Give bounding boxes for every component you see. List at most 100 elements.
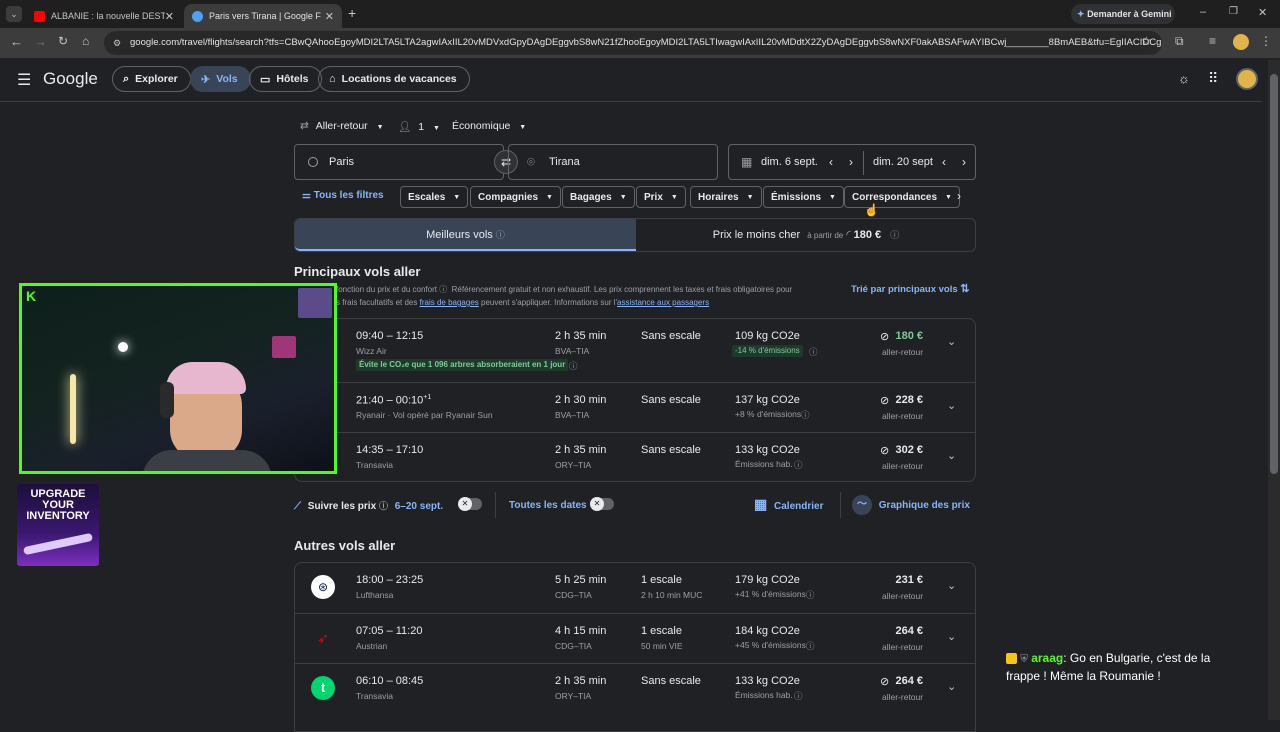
kick-logo: K	[26, 288, 37, 304]
location-pin-icon: ⌾	[527, 154, 535, 169]
back-icon[interactable]: ←	[10, 34, 23, 49]
expand-chevron-icon[interactable]: ⌄	[947, 399, 956, 412]
track-toggle[interactable]: ✕	[458, 497, 482, 511]
info-icon[interactable]: ⓘ	[806, 640, 815, 652]
filter-prix[interactable]: Prix ▼	[636, 186, 686, 208]
info-icon[interactable]: ⓘ	[379, 501, 388, 511]
all-filters-button[interactable]: ⚌ Tous les filtres	[302, 190, 384, 201]
address-bar-row: ← → ↻ ⌂ ⚙ google.com/travel/flights/sear…	[0, 28, 1280, 58]
tab-cheapest[interactable]: Prix le moins cher à partir de ◜ 180 € ⓘ	[636, 219, 976, 251]
browser-tab-bar: ⌄ ALBANIE : la nouvelle DESTINAT ✕ Paris…	[0, 0, 1280, 28]
menu-lines-icon[interactable]: ≡	[1209, 34, 1216, 48]
filter-bagages[interactable]: Bagages ▼	[562, 186, 635, 208]
webcam-overlay: K	[19, 283, 337, 474]
profile-avatar[interactable]	[1233, 34, 1249, 50]
upgrade-banner: UPGRADE YOUR INVENTORY	[17, 484, 99, 566]
account-avatar[interactable]	[1236, 68, 1258, 90]
new-tab-button[interactable]: +	[348, 5, 356, 21]
maximize-icon[interactable]: ❐	[1229, 6, 1238, 17]
nav-vols[interactable]: ✈ Vols	[190, 66, 251, 92]
dropdown-arrow-icon: ▼	[519, 124, 527, 131]
depart-date[interactable]: dim. 6 sept.	[761, 156, 818, 168]
prev-depart-icon[interactable]: ‹	[829, 155, 833, 169]
info-icon[interactable]: ⓘ	[806, 589, 815, 601]
close-tab-icon[interactable]: ✕	[325, 10, 334, 23]
theme-icon[interactable]: ☼	[1178, 71, 1190, 86]
price-graph-button[interactable]: 〜 Graphique des prix	[852, 495, 970, 515]
expand-chevron-icon[interactable]: ⌄	[947, 579, 956, 592]
tab-best-flights[interactable]: Meilleurs vols ⓘ	[295, 219, 636, 251]
info-icon[interactable]: ⓘ	[809, 346, 818, 358]
passengers-select[interactable]: 👤︎ 1 ▼	[398, 120, 440, 133]
divider	[863, 151, 864, 175]
cabin-select[interactable]: Économique ▼	[452, 120, 526, 132]
info-icon[interactable]: ⓘ	[496, 230, 505, 240]
trip-type-select[interactable]: ⇄ Aller-retour ▼	[300, 120, 384, 132]
dates-field[interactable]: ▦ dim. 6 sept. ‹ › dim. 20 sept ‹ ›	[728, 144, 976, 180]
next-depart-icon[interactable]: ›	[849, 155, 853, 169]
sort-button[interactable]: Trié par principaux vols ⇅	[851, 282, 970, 295]
expand-chevron-icon[interactable]: ⌄	[947, 449, 956, 462]
close-window-icon[interactable]: ✕	[1258, 6, 1267, 19]
flight-row[interactable]: t 06:10 – 08:45 Transavia 2 h 35 min ORY…	[295, 663, 975, 731]
origin-field[interactable]: Paris	[294, 144, 504, 180]
gemini-button[interactable]: ✦ Demander à Gemini	[1071, 4, 1175, 24]
return-date[interactable]: dim. 20 sept	[873, 156, 933, 168]
next-return-icon[interactable]: ›	[962, 155, 966, 169]
origin-circle-icon	[308, 157, 318, 167]
baggage-fees-link[interactable]: frais de bagages	[420, 298, 479, 307]
calendar-icon: ▦	[741, 155, 753, 169]
url-field[interactable]: ⚙ google.com/travel/flights/search?tfs=C…	[104, 31, 1162, 55]
scrollbar[interactable]	[1268, 60, 1280, 720]
filter-compagnies[interactable]: Compagnies ▼	[470, 186, 561, 208]
destination-field[interactable]: ⌾ Tirana	[508, 144, 718, 180]
info-icon[interactable]: ⓘ	[890, 230, 899, 240]
forward-icon[interactable]: →	[34, 34, 47, 49]
expand-chevron-icon[interactable]: ⌄	[947, 630, 956, 643]
filter-emissions[interactable]: Émissions ▼	[763, 186, 844, 208]
info-icon[interactable]: ⓘ	[439, 285, 447, 294]
filters-scroll-right-icon[interactable]: ›	[957, 189, 961, 203]
disclaimer: fonction du prix et du confort ⓘ Référen…	[336, 285, 793, 307]
flight-row[interactable]: 21:40 – 00:10+1 Ryanair · Vol opéré par …	[295, 382, 975, 433]
flight-row[interactable]: ⊛ 18:00 – 23:25 Lufthansa 5 h 25 min CDG…	[295, 563, 975, 613]
tab-search-icon[interactable]: ⌄	[6, 6, 22, 22]
expand-chevron-icon[interactable]: ⌄	[947, 680, 956, 693]
filter-correspondances[interactable]: Correspondances ▼	[844, 186, 960, 208]
nav-explorer[interactable]: ⌕ Explorer	[112, 66, 191, 92]
browser-tab-youtube[interactable]: ALBANIE : la nouvelle DESTINAT ✕	[26, 4, 182, 28]
calendar-button[interactable]: ▦ Calendrier	[754, 496, 823, 513]
site-info-icon[interactable]: ⚙	[113, 31, 121, 55]
info-icon[interactable]: ⓘ	[801, 409, 810, 421]
close-tab-icon[interactable]: ✕	[165, 10, 174, 23]
kebab-menu-icon[interactable]: ⋮	[1260, 34, 1272, 48]
all-dates-toggle[interactable]: ✕	[590, 497, 614, 511]
bookmark-star-icon[interactable]: ☆	[1141, 34, 1152, 48]
expand-chevron-icon[interactable]: ⌄	[947, 335, 956, 348]
info-icon[interactable]: ⓘ	[794, 690, 803, 702]
assistance-link[interactable]: assistance aux passagers	[617, 298, 709, 307]
flight-row[interactable]: 14:35 – 17:10 Transavia 2 h 35 min ORY–T…	[295, 432, 975, 481]
reload-icon[interactable]: ↻	[58, 34, 68, 48]
google-logo[interactable]: Google	[43, 69, 98, 89]
apps-grid-icon[interactable]: ⠿	[1208, 70, 1218, 87]
track-prices: ⟋ Suivre les prix ⓘ 6–20 sept.	[294, 501, 444, 512]
home-icon[interactable]: ⌂	[82, 34, 89, 48]
filter-escales[interactable]: Escales ▼	[400, 186, 469, 208]
info-icon[interactable]: ⓘ	[794, 459, 803, 471]
flight-row[interactable]: ➶ 07:05 – 11:20 Austrian 4 h 15 min CDG–…	[295, 613, 975, 663]
prev-return-icon[interactable]: ‹	[942, 155, 946, 169]
divider	[840, 492, 841, 518]
browser-tab-flights[interactable]: Paris vers Tirana | Google Flight ✕	[184, 4, 342, 28]
flight-row[interactable]: 09:40 – 12:15 Wizz Air Évite le CO₂e que…	[295, 319, 975, 383]
hamburger-menu-icon[interactable]: ☰	[17, 70, 31, 90]
extensions-icon[interactable]: ⧉	[1175, 34, 1184, 49]
google-flights-icon	[192, 10, 203, 22]
google-header: ☰ Google ⌕ Explorer ✈ Vols ▭ Hôtels ⌂ Locati…	[0, 58, 1262, 102]
round-trip-icon: ⇄	[300, 120, 309, 132]
nav-locations[interactable]: ⌂ Locations de vacances	[318, 66, 470, 92]
minimize-icon[interactable]: –	[1200, 6, 1206, 18]
nav-hotels[interactable]: ▭ Hôtels	[249, 66, 322, 92]
filter-horaires[interactable]: Horaires ▼	[690, 186, 762, 208]
info-icon[interactable]: ⓘ	[569, 360, 578, 372]
